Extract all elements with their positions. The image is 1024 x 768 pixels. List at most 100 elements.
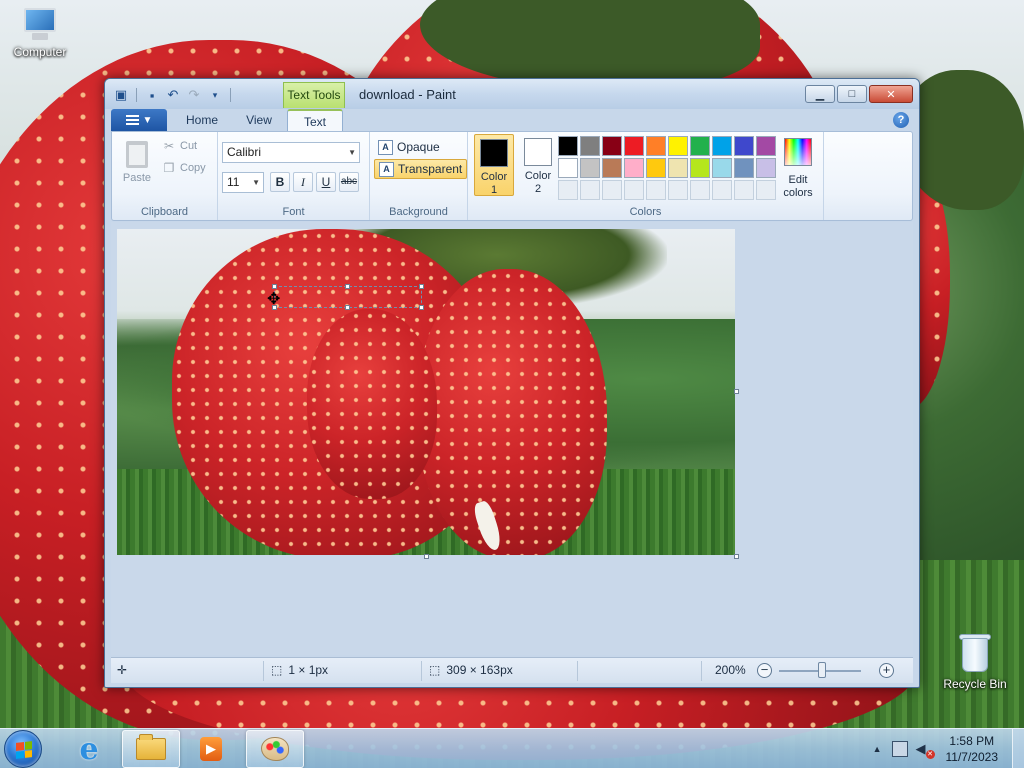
- desktop-icon-computer[interactable]: Computer: [0, 8, 80, 59]
- clock[interactable]: 1:58 PM 11/7/2023: [946, 733, 999, 765]
- strikethrough-button[interactable]: abc: [339, 172, 359, 192]
- font-family-value: Calibri: [227, 145, 262, 159]
- taskbar-internet-explorer[interactable]: e: [60, 730, 118, 768]
- palette-swatch[interactable]: [668, 158, 688, 178]
- taskbar-file-explorer[interactable]: [122, 730, 180, 768]
- opaque-option[interactable]: A Opaque: [374, 137, 444, 157]
- title-bar: ▣ ▪ ↶ ↷ ▾ Text Tools download - Paint ▁ …: [105, 79, 919, 109]
- palette-swatch[interactable]: [558, 180, 578, 200]
- canvas-workspace: ✥: [111, 222, 913, 655]
- color1-button[interactable]: Color 1: [474, 134, 514, 196]
- zoom-in-button[interactable]: +: [879, 663, 894, 678]
- windows-logo-icon: [16, 741, 32, 759]
- cut-button[interactable]: ✂ Cut: [162, 139, 197, 153]
- font-family-select[interactable]: Calibri ▼: [222, 142, 360, 163]
- desktop-icon-recycle-bin[interactable]: Recycle Bin: [935, 632, 1015, 691]
- minimize-button[interactable]: ▁: [805, 85, 835, 103]
- zoom-out-button[interactable]: −: [757, 663, 772, 678]
- selection-handle[interactable]: [419, 305, 424, 310]
- selection-handle[interactable]: [345, 305, 350, 310]
- window-controls: ▁ □ ✕: [805, 85, 913, 103]
- palette-swatch[interactable]: [646, 180, 666, 200]
- palette-swatch[interactable]: [734, 158, 754, 178]
- start-button[interactable]: [4, 730, 42, 768]
- palette-swatch[interactable]: [580, 180, 600, 200]
- maximize-button[interactable]: □: [837, 85, 867, 103]
- color1-number: 1: [490, 184, 498, 196]
- palette-swatch[interactable]: [734, 180, 754, 200]
- edit-colors-label-1: Edit: [788, 174, 808, 186]
- save-icon[interactable]: ▪: [144, 87, 160, 103]
- chevron-down-icon: ▼: [348, 148, 356, 157]
- help-icon[interactable]: ?: [893, 112, 909, 128]
- canvas-resize-bottom[interactable]: [424, 554, 429, 559]
- opaque-icon: A: [378, 139, 393, 155]
- palette-swatch[interactable]: [712, 158, 732, 178]
- paste-label: Paste: [122, 172, 152, 184]
- palette-swatch[interactable]: [646, 136, 666, 156]
- palette-swatch[interactable]: [624, 136, 644, 156]
- palette-swatch[interactable]: [602, 136, 622, 156]
- volume-muted-icon[interactable]: ◀ ✕: [916, 741, 935, 759]
- taskbar-media-player[interactable]: ▶: [182, 730, 240, 768]
- undo-icon[interactable]: ↶: [165, 87, 181, 103]
- canvas-resize-corner[interactable]: [734, 554, 739, 559]
- palette-swatch[interactable]: [756, 136, 776, 156]
- taskbar-paint[interactable]: [246, 730, 304, 768]
- color2-button[interactable]: Color 2: [518, 134, 558, 196]
- image-canvas[interactable]: ✥: [117, 229, 735, 555]
- close-button[interactable]: ✕: [869, 85, 913, 103]
- selection-size: ⬚ 1 × 1px: [271, 663, 328, 677]
- palette-swatch[interactable]: [668, 180, 688, 200]
- palette-swatch[interactable]: [668, 136, 688, 156]
- palette-swatch[interactable]: [602, 180, 622, 200]
- show-hidden-icons-icon[interactable]: ▲: [873, 744, 882, 754]
- selection-handle[interactable]: [345, 284, 350, 289]
- tab-text[interactable]: Text: [287, 109, 343, 131]
- palette-swatch[interactable]: [690, 136, 710, 156]
- paste-button[interactable]: Paste: [120, 138, 154, 184]
- palette-swatch[interactable]: [624, 158, 644, 178]
- ribbon: Paste ✂ Cut ❐ Copy Clipboard Calibri ▼ 1…: [111, 131, 913, 221]
- edit-colors-button[interactable]: Edit colors: [778, 138, 818, 200]
- palette-swatch[interactable]: [712, 136, 732, 156]
- selection-size-icon: ⬚: [271, 663, 283, 677]
- copy-label: Copy: [180, 162, 206, 174]
- palette-swatch[interactable]: [580, 136, 600, 156]
- show-desktop-button[interactable]: [1012, 729, 1024, 768]
- image-size-value: 309 × 163px: [446, 663, 513, 677]
- font-group-label: Font: [282, 206, 305, 218]
- underline-button[interactable]: U: [316, 172, 336, 192]
- redo-icon[interactable]: ↷: [186, 87, 202, 103]
- palette-swatch[interactable]: [558, 136, 578, 156]
- palette-swatch[interactable]: [558, 158, 578, 178]
- customize-qat-icon[interactable]: ▾: [207, 87, 223, 103]
- palette-swatch[interactable]: [756, 180, 776, 200]
- network-icon[interactable]: [891, 741, 908, 757]
- palette-swatch[interactable]: [624, 180, 644, 200]
- font-format-buttons: B I U abc: [270, 172, 359, 192]
- paint-app-icon[interactable]: ▣: [113, 87, 129, 103]
- tab-view[interactable]: View: [231, 109, 287, 131]
- palette-swatch[interactable]: [690, 158, 710, 178]
- palette-swatch[interactable]: [646, 158, 666, 178]
- transparent-label: Transparent: [398, 162, 463, 176]
- paint-menu-button[interactable]: ▼: [111, 109, 167, 131]
- selection-handle[interactable]: [419, 284, 424, 289]
- palette-swatch[interactable]: [580, 158, 600, 178]
- scissors-icon: ✂: [163, 139, 175, 153]
- bold-button[interactable]: B: [270, 172, 290, 192]
- palette-swatch[interactable]: [602, 158, 622, 178]
- transparent-option[interactable]: A Transparent: [374, 159, 468, 179]
- italic-button[interactable]: I: [293, 172, 313, 192]
- font-size-select[interactable]: 11 ▼: [222, 172, 264, 193]
- palette-swatch[interactable]: [712, 180, 732, 200]
- copy-button[interactable]: ❐ Copy: [162, 161, 206, 175]
- palette-swatch[interactable]: [690, 180, 710, 200]
- canvas-resize-right[interactable]: [734, 389, 739, 394]
- tab-home[interactable]: Home: [173, 109, 231, 131]
- palette-swatch[interactable]: [756, 158, 776, 178]
- palette-swatch[interactable]: [734, 136, 754, 156]
- zoom-slider-thumb[interactable]: [817, 662, 826, 678]
- paint-window: ▣ ▪ ↶ ↷ ▾ Text Tools download - Paint ▁ …: [104, 78, 920, 688]
